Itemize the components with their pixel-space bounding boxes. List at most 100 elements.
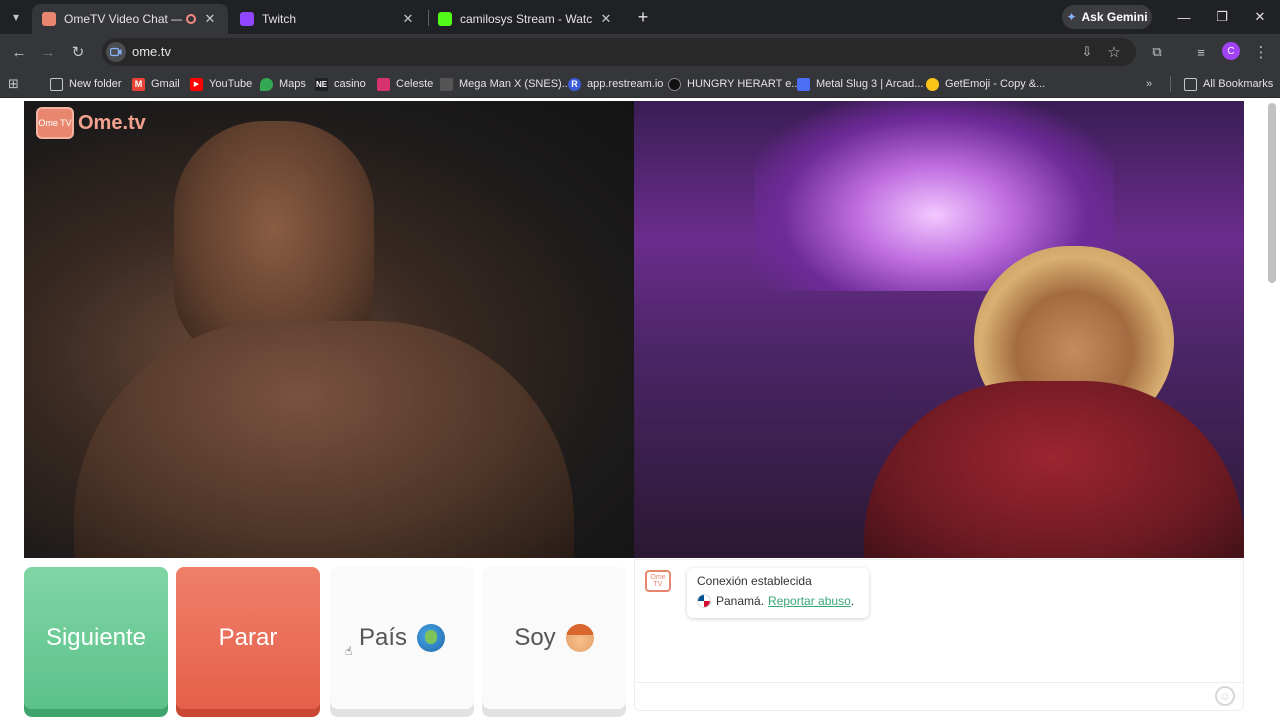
recording-icon xyxy=(186,14,196,24)
gemini-icon: ✦ xyxy=(1066,10,1077,24)
ometv-chat-avatar-icon: Ome TV xyxy=(645,570,671,592)
install-app-icon[interactable]: ⇩ xyxy=(1076,41,1098,63)
bookmarks-divider xyxy=(1170,76,1171,92)
stranger-video xyxy=(634,101,1244,558)
bookmark-celeste[interactable]: Celeste xyxy=(377,75,433,93)
close-tab-icon[interactable]: ✕ xyxy=(400,11,416,27)
bookmark-youtube[interactable]: ▶ YouTube xyxy=(190,75,252,93)
close-tab-icon[interactable]: ✕ xyxy=(202,11,218,27)
bookmark-gmail[interactable]: M Gmail xyxy=(132,75,180,93)
next-button[interactable]: Siguiente xyxy=(24,567,168,709)
bookmark-casino[interactable]: NE casino xyxy=(315,75,366,93)
bookmark-label: Maps xyxy=(279,78,306,90)
ometv-tv-icon: Ome TV xyxy=(36,107,74,139)
ometv-logo-text: Ome.tv xyxy=(78,111,146,134)
bookmark-label: Metal Slug 3 | Arcad... xyxy=(816,78,924,90)
apps-grid-icon[interactable]: ⊞ xyxy=(8,75,19,93)
all-bookmarks-label: All Bookmarks xyxy=(1203,78,1274,90)
maps-icon xyxy=(260,77,273,91)
mouse-cursor-icon: ☝ xyxy=(345,644,353,658)
page-scrollbar-thumb[interactable] xyxy=(1268,103,1276,283)
more-bookmarks-chevron-icon[interactable]: » xyxy=(1146,75,1152,93)
url-text: ome.tv xyxy=(132,44,172,59)
report-suffix: . xyxy=(850,594,855,608)
bookmark-label: Gmail xyxy=(151,78,180,90)
forward-icon[interactable]: → xyxy=(37,41,59,63)
bookmark-restream[interactable]: R app.restream.io xyxy=(568,75,663,93)
hungry-icon xyxy=(668,77,681,91)
kick-favicon-icon xyxy=(438,12,452,26)
stop-button-label: Parar xyxy=(218,624,278,651)
bookmark-label: Celeste xyxy=(396,78,434,90)
chat-panel: Ome TV Conexión establecida Panamá. Repo… xyxy=(634,559,1244,711)
extensions-icon[interactable]: ⧉ xyxy=(1146,41,1168,63)
celeste-icon xyxy=(377,77,390,91)
tab-search-chevron-icon[interactable]: ▾ xyxy=(6,7,26,27)
bookmarks-bar: ⊞ New folder M Gmail ▶ YouTube Maps NE c… xyxy=(0,70,1280,98)
metalslug-icon xyxy=(797,77,810,91)
ometv-logo: Ome TV Ome.tv xyxy=(36,107,146,139)
gmail-icon: M xyxy=(132,77,145,91)
partner-country: Panamá. xyxy=(716,594,765,608)
minimize-icon[interactable]: — xyxy=(1172,6,1196,28)
youtube-icon: ▶ xyxy=(190,77,203,91)
report-abuse-link[interactable]: Reportar abuso xyxy=(768,594,851,608)
bookmark-label: HUNGRY HERART e... xyxy=(687,78,801,90)
restream-icon: R xyxy=(568,77,581,91)
bookmark-label: New folder xyxy=(69,78,122,90)
bookmark-hungry-herart[interactable]: HUNGRY HERART e... xyxy=(668,75,801,93)
boy-face-icon xyxy=(565,624,594,652)
ometv-page: Ome TV Ome.tv Siguiente Parar País Soy O… xyxy=(0,99,1280,720)
all-bookmarks[interactable]: All Bookmarks xyxy=(1184,75,1273,93)
menu-kebab-icon[interactable]: ⋮ xyxy=(1250,41,1272,63)
globe-icon xyxy=(417,624,446,652)
connection-status: Conexión establecida xyxy=(697,574,812,588)
media-controls-icon[interactable]: ≡ xyxy=(1190,41,1212,63)
ometv-favicon-icon xyxy=(42,12,56,26)
new-tab-icon[interactable]: + xyxy=(632,6,654,28)
profile-avatar[interactable]: C xyxy=(1222,42,1240,60)
bookmark-getemoji[interactable]: GetEmoji - Copy &... xyxy=(926,75,1045,93)
twitch-favicon-icon xyxy=(240,12,254,26)
chat-input-divider xyxy=(635,682,1243,683)
tab-camilosys-stream[interactable]: camilosys Stream - Watch Live ✕ xyxy=(428,4,624,34)
smiley-emoji-icon[interactable]: ☺ xyxy=(1215,686,1235,706)
bookmark-label: YouTube xyxy=(209,78,253,90)
reload-icon[interactable]: ↻ xyxy=(67,41,89,63)
bookmark-label: app.restream.io xyxy=(587,78,664,90)
restore-icon[interactable]: ❐ xyxy=(1210,6,1234,28)
tab-title: Twitch xyxy=(262,12,297,26)
close-tab-icon[interactable]: ✕ xyxy=(598,11,614,27)
bookmark-new-folder[interactable]: New folder xyxy=(50,75,122,93)
local-video: Ome TV Ome.tv xyxy=(24,101,634,558)
gender-button-label: Soy xyxy=(514,624,556,651)
gender-button[interactable]: Soy xyxy=(482,567,626,709)
tab-ometv[interactable]: OmeTV Video Chat — Ome ✕ xyxy=(32,4,228,34)
ask-gemini-button[interactable]: ✦ Ask Gemini xyxy=(1062,5,1152,29)
tab-strip: ▾ OmeTV Video Chat — Ome ✕ Twitch ✕ cami… xyxy=(0,0,1280,34)
panama-flag-icon xyxy=(697,594,711,608)
bookmark-metal-slug-3[interactable]: Metal Slug 3 | Arcad... xyxy=(797,75,923,93)
camera-site-icon[interactable] xyxy=(106,42,126,62)
bookmark-label: GetEmoji - Copy &... xyxy=(945,78,1046,90)
country-button-label: País xyxy=(358,624,408,651)
emoji-icon xyxy=(926,77,939,91)
address-bar[interactable]: ome.tv xyxy=(102,38,1136,66)
ask-gemini-label: Ask Gemini xyxy=(1081,10,1148,24)
close-window-icon[interactable]: ✕ xyxy=(1248,6,1272,28)
browser-toolbar: ← → ↻ ome.tv ⇩ ☆ ⧉ ≡ C ⋮ xyxy=(0,34,1280,70)
bookmark-star-icon[interactable]: ☆ xyxy=(1103,41,1125,63)
back-icon[interactable]: ← xyxy=(8,41,30,63)
stranger-person-body xyxy=(864,381,1244,558)
stop-button[interactable]: Parar xyxy=(176,567,320,709)
bookmark-label: casino xyxy=(334,78,366,90)
tab-twitch[interactable]: Twitch ✕ xyxy=(230,4,426,34)
system-message: Conexión establecida Panamá. Reportar ab… xyxy=(687,568,869,618)
bookmark-maps[interactable]: Maps xyxy=(260,75,306,93)
next-button-label: Siguiente xyxy=(45,624,147,651)
folder-icon xyxy=(1184,77,1197,91)
megaman-icon xyxy=(440,77,453,91)
local-person-body xyxy=(74,321,574,558)
country-button[interactable]: País xyxy=(330,567,474,709)
bookmark-mega-man-x[interactable]: Mega Man X (SNES)... xyxy=(440,75,571,93)
